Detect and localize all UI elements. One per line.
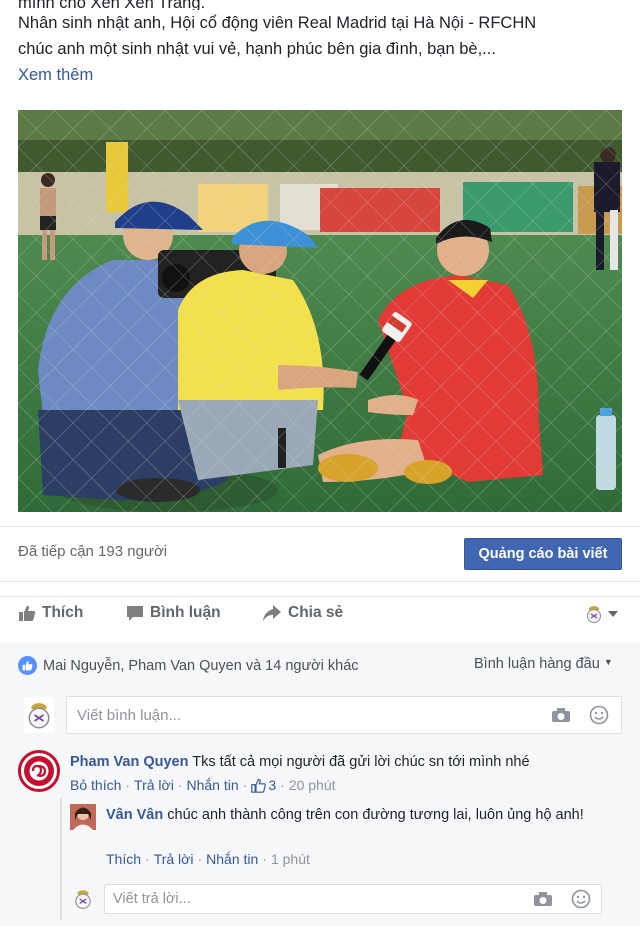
avatar[interactable] bbox=[70, 804, 96, 830]
reply-link[interactable]: Trả lời bbox=[134, 777, 174, 793]
comment-button[interactable]: Bình luận bbox=[126, 604, 221, 622]
club-logo-icon bbox=[24, 756, 54, 786]
reaction-summary-text: Mai Nguyễn, Pham Van Quyen và 14 người k… bbox=[43, 657, 359, 674]
comment-label: Bình luận bbox=[150, 604, 221, 621]
comment-timestamp[interactable]: 20 phút bbox=[289, 777, 336, 793]
post-text-line: Nhân sinh nhật anh, Hội cổ động viên Rea… bbox=[18, 14, 537, 32]
see-more-link[interactable]: Xem thêm bbox=[18, 62, 618, 88]
comment-sort-dropdown[interactable]: Bình luận hàng đầu ▼ bbox=[474, 656, 613, 672]
message-link[interactable]: Nhắn tin bbox=[187, 777, 239, 793]
post-text: mình cho Xen Xen Trang. Nhân sinh nhật a… bbox=[18, 0, 618, 88]
avatar bbox=[72, 886, 94, 912]
real-madrid-crest-icon bbox=[587, 606, 601, 623]
reply-author[interactable]: Vân Vân bbox=[106, 807, 163, 823]
camera-icon[interactable] bbox=[551, 707, 571, 728]
camera-icon[interactable] bbox=[533, 891, 553, 912]
comment-sort-label: Bình luận hàng đầu bbox=[474, 656, 600, 672]
comment-actions: Bỏ thích · Trả lời · Nhắn tin · 3 · 20 p… bbox=[70, 777, 336, 793]
post-photo[interactable] bbox=[18, 110, 622, 512]
real-madrid-crest-icon bbox=[28, 703, 50, 729]
comment-body: Pham Van Quyen Tks tất cả mọi người đã g… bbox=[70, 752, 630, 772]
user-photo-icon bbox=[70, 804, 96, 830]
emoji-icon[interactable] bbox=[571, 889, 591, 914]
share-label: Chia sẻ bbox=[288, 604, 344, 621]
interview-photo bbox=[18, 110, 622, 512]
message-link[interactable]: Nhắn tin bbox=[206, 851, 258, 867]
emoji-icon[interactable] bbox=[589, 705, 609, 730]
like-link[interactable]: Thích bbox=[106, 851, 141, 867]
comment-author[interactable]: Pham Van Quyen bbox=[70, 754, 188, 770]
thumbs-up-icon bbox=[19, 605, 36, 621]
reach-text[interactable]: Đã tiếp cận 193 người bbox=[18, 543, 167, 560]
avatar bbox=[24, 697, 54, 733]
reply-body: Vân Vân chúc anh thành công trên con đườ… bbox=[106, 805, 606, 826]
comment-input[interactable]: Viết bình luận... bbox=[66, 696, 622, 734]
reply-input-placeholder: Viết trả lời... bbox=[113, 891, 191, 907]
post-text-line: chúc anh một sinh nhật vui vẻ, hạnh phúc… bbox=[18, 40, 496, 58]
page-voice-selector[interactable] bbox=[586, 604, 618, 624]
reply-thread-line bbox=[60, 798, 62, 920]
like-reaction-icon bbox=[18, 656, 37, 675]
unlike-link[interactable]: Bỏ thích bbox=[70, 777, 121, 793]
real-madrid-crest-icon bbox=[75, 890, 91, 909]
share-arrow-icon bbox=[263, 605, 281, 621]
reply-timestamp[interactable]: 1 phút bbox=[271, 851, 310, 867]
thumbs-up-icon bbox=[251, 778, 267, 793]
like-button[interactable]: Thích bbox=[18, 604, 83, 622]
share-button[interactable]: Chia sẻ bbox=[262, 604, 343, 622]
comment-icon bbox=[127, 606, 143, 621]
comment-input-placeholder: Viết bình luận... bbox=[77, 707, 181, 724]
comment-like-count[interactable]: 3 bbox=[251, 777, 276, 793]
reply-input[interactable]: Viết trả lời... bbox=[104, 884, 602, 914]
chevron-down-icon: ▼ bbox=[603, 657, 613, 667]
boost-post-button[interactable]: Quảng cáo bài viết bbox=[464, 538, 622, 570]
reply-actions: Thích · Trả lời · Nhắn tin · 1 phút bbox=[106, 851, 310, 867]
reaction-summary[interactable]: Mai Nguyễn, Pham Van Quyen và 14 người k… bbox=[18, 656, 359, 675]
reply-text: chúc anh thành công trên con đường tương… bbox=[167, 807, 584, 823]
avatar[interactable] bbox=[18, 750, 60, 792]
post-text-line-truncated: mình cho Xen Xen Trang. bbox=[18, 0, 206, 10]
like-label: Thích bbox=[42, 604, 84, 621]
reply-link[interactable]: Trả lời bbox=[154, 851, 194, 867]
chevron-down-icon bbox=[608, 611, 618, 617]
comment-text: Tks tất cả mọi người đã gửi lời chúc sn … bbox=[192, 754, 530, 770]
